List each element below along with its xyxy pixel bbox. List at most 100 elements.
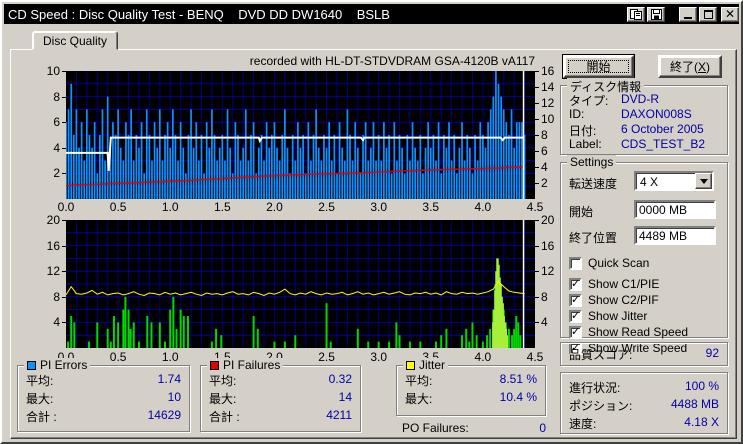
y-axis-tick — [535, 167, 539, 168]
y-axis-tick — [535, 245, 539, 247]
chevron-down-icon — [699, 178, 708, 188]
save-icon — [650, 8, 662, 20]
stats-group-jitter: Jitter 平均: 8.51 % 最大: 10.4 % — [396, 358, 546, 416]
end-position-field[interactable]: 4489 MB — [634, 226, 716, 245]
minimize-button[interactable] — [679, 6, 697, 22]
y-axis-tick — [535, 322, 539, 324]
report-icon — [630, 8, 642, 20]
x-axis-label: 3.0 — [370, 200, 387, 214]
y-axis-tick — [62, 122, 66, 124]
checkbox-label: Show C1/PIE — [588, 277, 660, 291]
po-failures-value: 0 — [539, 421, 546, 435]
quality-score-box: 品質スコア: 92 — [560, 342, 728, 366]
checkbox-show-read-speed[interactable]: ✓ Show Read Speed — [569, 324, 721, 340]
combobox-arrow-button[interactable] — [695, 173, 712, 189]
stat-label: 平均: — [26, 374, 54, 388]
save-button[interactable] — [647, 6, 665, 22]
checkbox-checked-icon: ✓ — [569, 277, 582, 291]
progress-row: ポジション: 4488 MB — [569, 397, 719, 414]
stat-row: 平均: 0.32 — [209, 372, 352, 389]
stat-row: 合計 : 4211 — [209, 408, 352, 425]
stat-label: 平均: — [209, 374, 237, 388]
stat-label: 最大: — [209, 392, 237, 406]
y-axis-left-label: 8 — [53, 89, 60, 104]
pi-failures-legend-marker — [210, 360, 219, 370]
stat-row: 最大: 14 — [209, 390, 352, 407]
y-axis-tick — [535, 296, 539, 298]
stats-group-title: Jitter — [403, 358, 449, 372]
progress-row: 進行状況: 100 % — [569, 379, 719, 396]
close-button[interactable]: ✕ — [721, 6, 739, 22]
stat-value: 14 — [338, 390, 352, 404]
progress-label: ポジション: — [569, 399, 633, 413]
x-axis-label: 4.5 — [526, 350, 544, 364]
disc-info-value: DAXON008S — [621, 107, 692, 121]
disc-info-value: CDS_TEST_B2 — [621, 137, 706, 151]
x-axis-label: 4.0 — [474, 350, 492, 364]
y-axis-tick — [535, 135, 539, 136]
checkbox-show-c2-pif[interactable]: ✓ Show C2/PIF — [569, 292, 721, 308]
y-axis-left-label: 2 — [53, 166, 60, 181]
stats-group-title-text: PI Errors — [40, 358, 88, 372]
tab-disc-quality[interactable]: Disc Quality — [32, 31, 119, 50]
stat-row: 平均: 1.74 — [26, 372, 181, 389]
y-axis-left-label: 4 — [53, 315, 60, 330]
x-axis-label: 2.5 — [318, 350, 335, 364]
stat-value: 4211 — [326, 408, 352, 422]
start-button[interactable]: 開始 — [562, 54, 635, 79]
x-axis-label: 0.0 — [57, 200, 75, 214]
stat-row: 最大: 10 — [26, 390, 181, 407]
y-axis-left-label: 10 — [46, 64, 60, 78]
progress-value: 4488 MB — [670, 397, 719, 411]
y-axis-tick — [62, 220, 66, 221]
stat-value: 10.4 % — [499, 390, 537, 404]
progress-label: 進行状況: — [569, 381, 621, 395]
stats-group-pi-errors: PI Errors 平均: 1.74 最大: 10 合計 : 14629 — [17, 358, 190, 432]
progress-value: 100 % — [684, 379, 719, 393]
checkbox-quick-scan[interactable]: Quick Scan — [569, 255, 721, 271]
start-position-field[interactable]: 0000 MB — [634, 200, 716, 219]
po-failures-label: PO Failures: — [402, 421, 469, 435]
maximize-button[interactable] — [699, 6, 717, 22]
exit-button[interactable]: 終了(X) — [658, 55, 722, 78]
y-axis-tick — [535, 71, 539, 72]
y-axis-left-label: 6 — [53, 115, 60, 130]
y-axis-tick — [62, 147, 66, 149]
speed-combobox[interactable]: 4 X — [634, 171, 714, 191]
y-axis-tick — [535, 119, 539, 120]
progress-value: 4.18 X — [684, 415, 719, 429]
checkbox-show-jitter[interactable]: ✓ Show Jitter — [569, 308, 721, 324]
stat-row: 合計 : 14629 — [26, 408, 181, 425]
y-axis-tick — [535, 151, 539, 152]
quality-score-label: 品質スコア: — [569, 348, 633, 362]
y-axis-tick — [535, 103, 539, 104]
window-title: CD Speed : Disc Quality Test - BENQ DVD … — [8, 6, 390, 22]
stat-value: 14629 — [147, 408, 181, 422]
y-axis-tick — [62, 173, 66, 175]
checkbox-show-c1-pie[interactable]: ✓ Show C1/PIE — [569, 276, 721, 292]
y-axis-tick — [535, 220, 539, 221]
x-axis-label: 1.5 — [213, 200, 231, 214]
recorded-with-text: recorded with HL-DT-STDVDRAM GSA-4120B v… — [249, 54, 535, 68]
x-axis-label: 4.5 — [526, 200, 544, 214]
checkbox-label: Show Jitter — [588, 309, 648, 323]
y-axis-tick — [535, 183, 539, 184]
stats-group-title: PI Errors — [24, 358, 91, 372]
x-axis-label: 4.0 — [474, 200, 492, 214]
settings-group: Settings 転送速度 4 X 開始 0000 MB 終了位置 4489 M… — [560, 155, 728, 355]
y-axis-tick — [62, 71, 66, 72]
y-axis-tick — [62, 96, 66, 98]
disc-info-label: Label: — [569, 137, 602, 151]
minimize-icon — [684, 16, 692, 19]
stat-label: 最大: — [26, 392, 54, 406]
x-axis-label: 0.5 — [109, 200, 127, 214]
x-axis-label: 3.0 — [370, 350, 387, 364]
disc-info-row: Label: CDS_TEST_B2 — [569, 137, 705, 151]
y-axis-left-label: 12 — [46, 264, 60, 279]
checkbox-label: Show Read Speed — [588, 325, 689, 339]
y-axis-left-label: 16 — [46, 238, 60, 253]
report-button[interactable] — [627, 6, 645, 22]
y-axis-left-label: 20 — [46, 213, 60, 227]
po-failures-row: PO Failures: 0 — [402, 421, 546, 435]
end-position-label: 終了位置 — [569, 231, 618, 245]
